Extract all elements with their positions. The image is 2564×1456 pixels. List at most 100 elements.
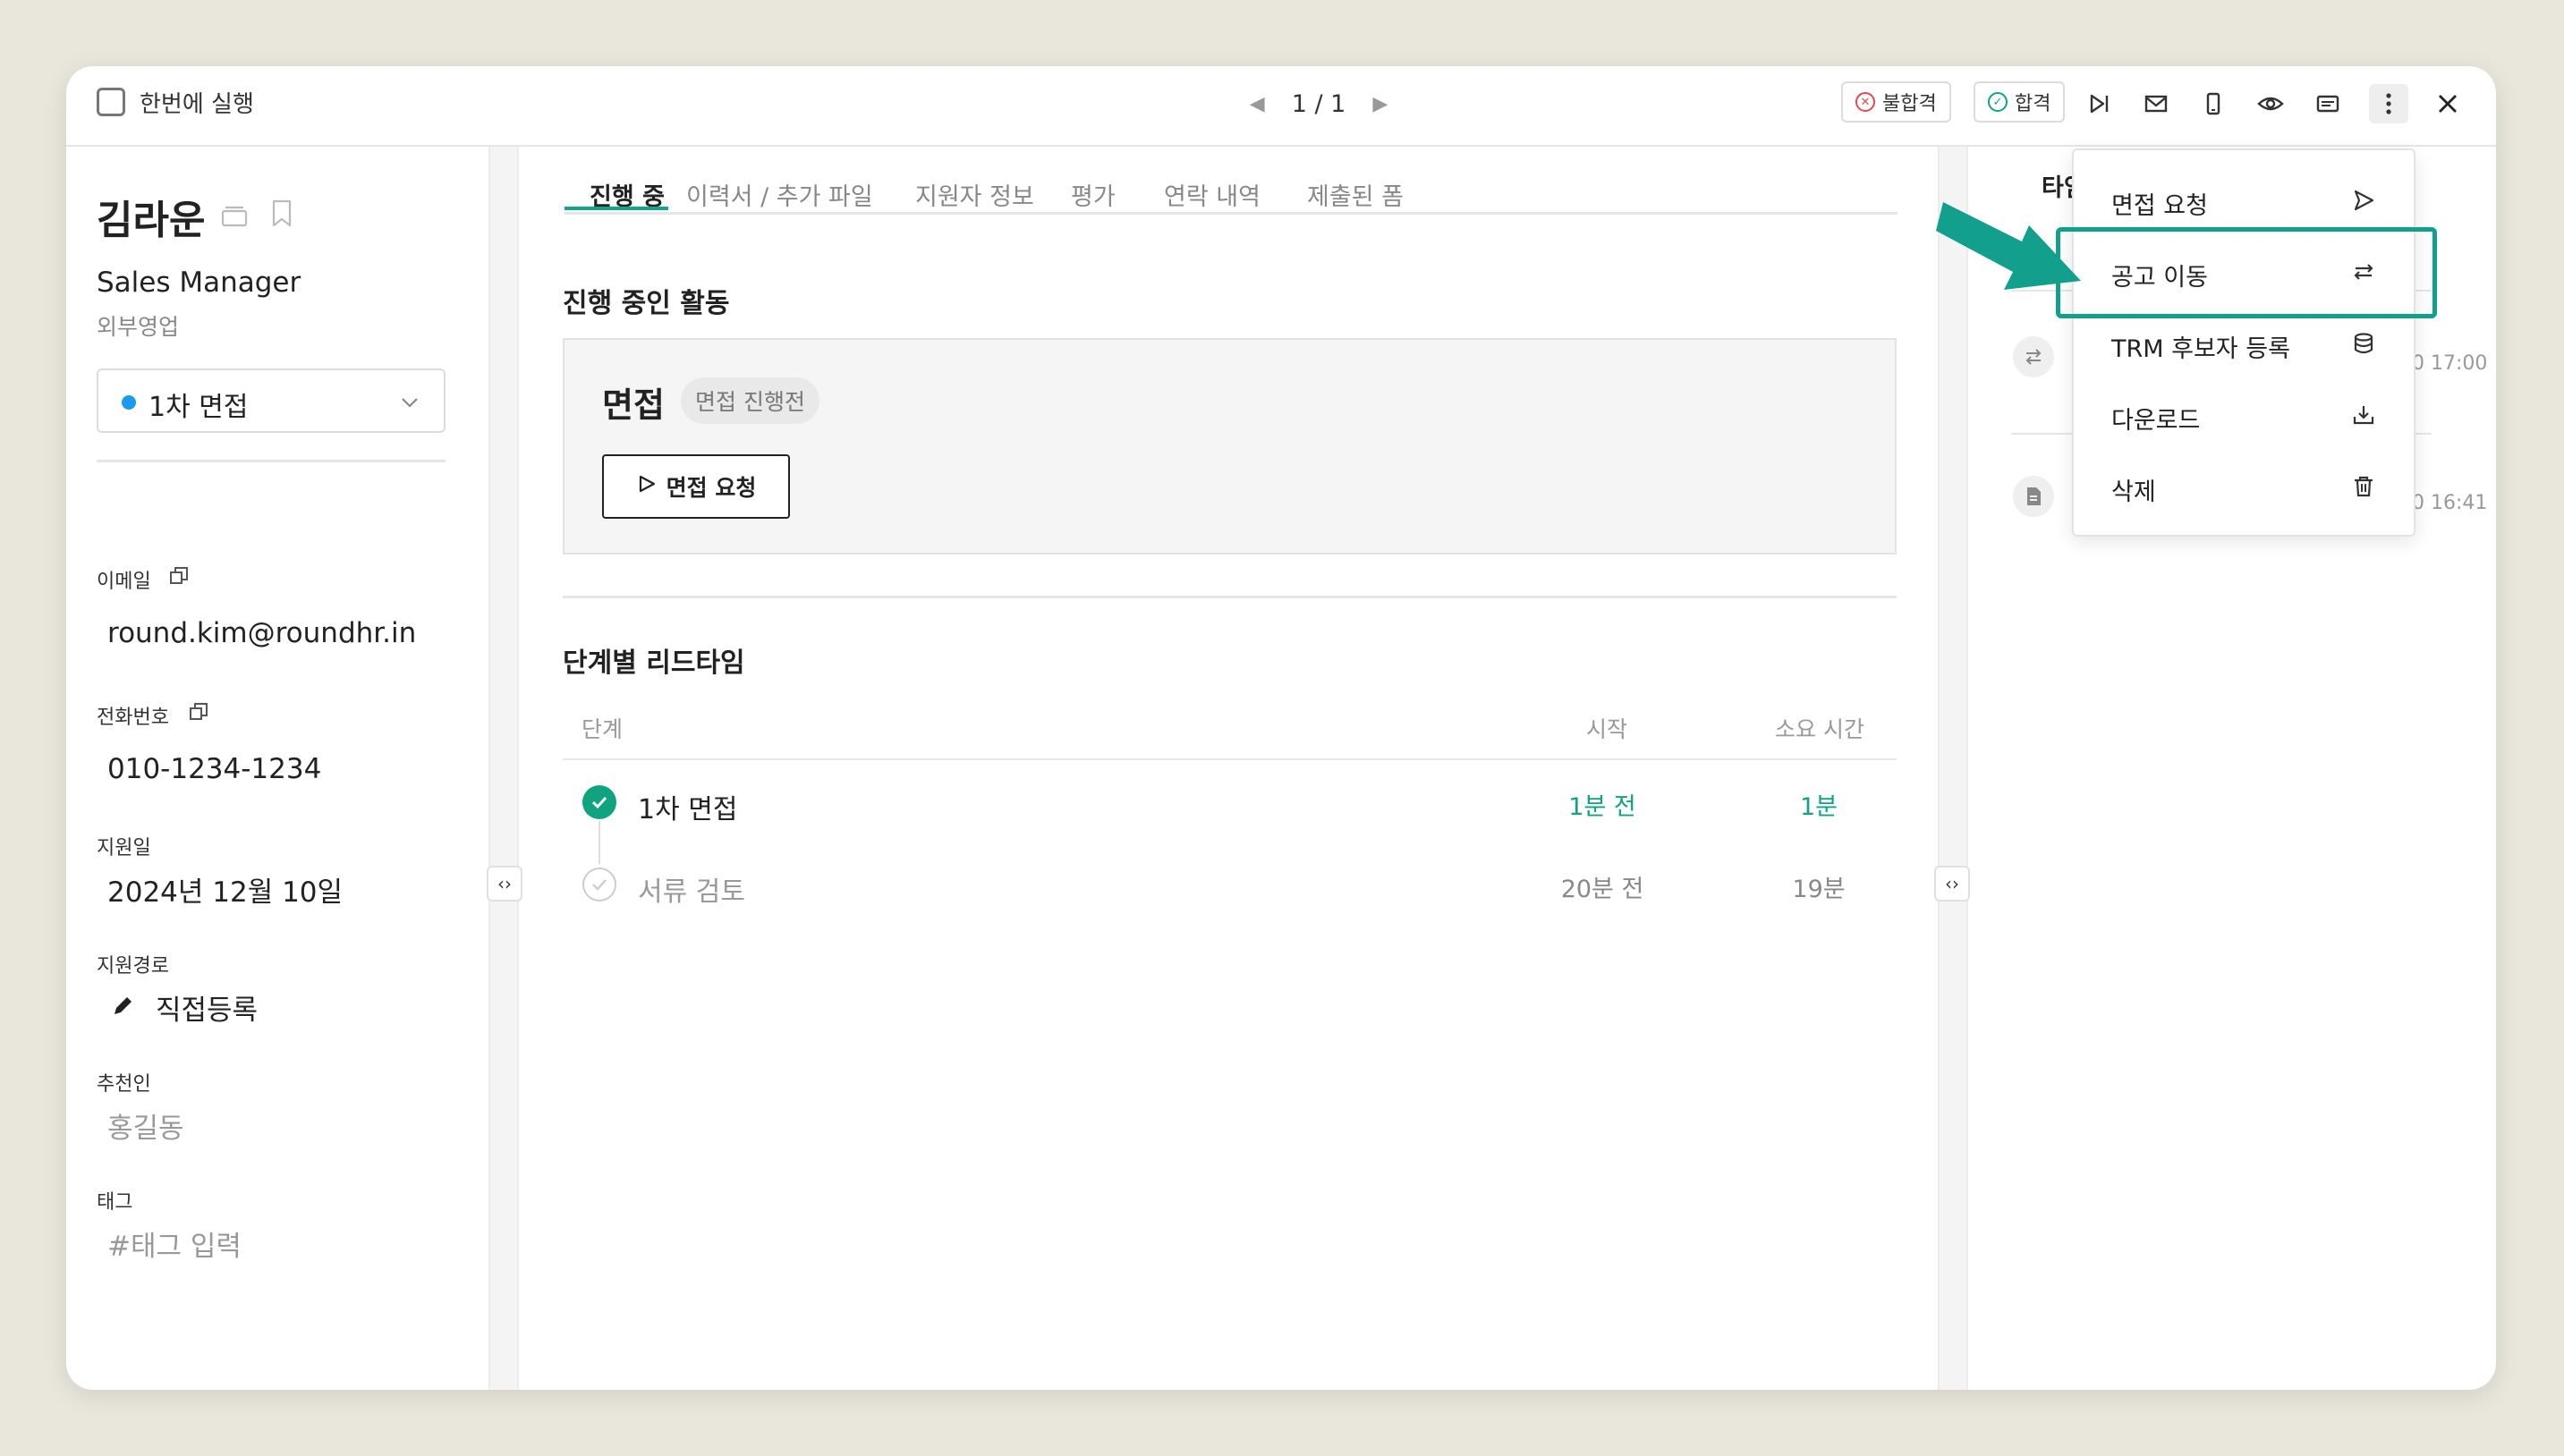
email-label: 이메일: [97, 571, 151, 593]
copy-email-icon[interactable]: [168, 565, 190, 590]
phone-label: 전화번호: [97, 707, 169, 729]
table-row: 1차 면접 1분 전 1분: [563, 760, 1897, 864]
col-header-start: 시작: [1585, 716, 1627, 742]
leadtime-section-title: 단계별 리드타임: [563, 648, 745, 679]
left-column-border-inner: [517, 147, 519, 1390]
send-icon: [2349, 186, 2378, 215]
send-icon: [636, 473, 658, 500]
database-icon: [2349, 329, 2378, 358]
stage-status-dot: [122, 395, 136, 410]
timeline-time: 0 17:00: [2412, 352, 2488, 375]
chevron-down-icon: [399, 392, 420, 417]
candidate-sidebar: 김라운 Sales Manager 외부영업 1차 면접 이메일 round.k…: [66, 147, 488, 1390]
table-row: 서류 검토 20분 전 19분: [563, 842, 1897, 923]
sidebar-divider: [97, 460, 446, 462]
check-done-icon: [582, 785, 616, 819]
col-header-stage: 단계: [582, 716, 624, 742]
right-resize-gutter: [1938, 147, 1968, 1390]
eye-icon[interactable]: [2251, 84, 2290, 123]
candidate-department: 외부영업: [97, 314, 180, 340]
pencil-icon: [109, 993, 136, 1023]
right-panel-toggle[interactable]: ‹›: [1934, 866, 1970, 902]
activity-card: 면접 면접 진행전 면접 요청: [563, 338, 1897, 554]
more-actions-menu: 면접 요청 공고 이동 TRM 후보자 등록 다운로드 삭제: [2072, 148, 2415, 537]
swap-icon: [2013, 336, 2054, 377]
check-pending-icon: [582, 868, 616, 902]
mobile-icon[interactable]: [2194, 84, 2233, 123]
col-header-duration: 소요 시간: [1775, 716, 1864, 742]
tab-submitted-forms[interactable]: 제출된 폼: [1307, 177, 1404, 212]
applied-date-value: 2024년 12월 10일: [107, 876, 344, 909]
applied-date-label: 지원일: [97, 837, 151, 859]
tab-applicant-info[interactable]: 지원자 정보: [915, 177, 1034, 212]
fail-button[interactable]: ✕ 불합격: [1841, 81, 1951, 123]
email-value: round.kim@roundhr.in: [107, 617, 417, 649]
fail-label: 불합격: [1882, 93, 1937, 115]
menu-item-delete[interactable]: 삭제: [2074, 451, 2414, 522]
tab-contact-history[interactable]: 연락 내역: [1164, 177, 1261, 212]
row-stage: 서류 검토: [638, 876, 745, 908]
tags-label: 태그: [97, 1191, 133, 1214]
run-all-checkbox[interactable]: [97, 88, 125, 116]
pointer-arrow-icon: [1932, 166, 2093, 304]
pager: ◀ 1 / 1 ▶: [1211, 84, 1426, 123]
stage-select-value: 1차 면접: [149, 392, 249, 423]
candidate-detail-window: 한번에 실행 ◀ 1 / 1 ▶ ✕ 불합격 ✓ 합격 김라운 Sales Ma…: [66, 66, 2496, 1390]
candidate-name: 김라운: [97, 198, 206, 243]
section-divider: [563, 596, 1897, 598]
row-start: 1분 전: [1568, 793, 1636, 821]
close-icon[interactable]: [2428, 84, 2467, 123]
active-tab-indicator: [565, 207, 668, 210]
referrer-label: 추천인: [97, 1073, 151, 1096]
mail-icon[interactable]: [2136, 84, 2176, 123]
activity-section-title: 진행 중인 활동: [563, 288, 730, 319]
prev-icon[interactable]: ◀: [1250, 93, 1265, 115]
card-icon[interactable]: [2308, 84, 2348, 123]
phone-value: 010-1234-1234: [107, 753, 322, 785]
left-resize-gutter: [488, 147, 519, 1390]
menu-highlight-box: [2056, 227, 2437, 318]
right-column-border: [1938, 147, 1940, 1390]
pass-label: 합격: [2015, 93, 2051, 115]
menu-item-label: 면접 요청: [2111, 192, 2208, 220]
candidate-role: Sales Manager: [97, 267, 301, 299]
activity-title: 면접: [602, 385, 665, 425]
activity-status-badge: 면접 진행전: [681, 377, 819, 424]
copy-phone-icon[interactable]: [188, 701, 209, 726]
menu-item-label: 삭제: [2111, 478, 2156, 506]
run-all-label: 한번에 실행: [140, 91, 254, 118]
menu-item-label: 다운로드: [2111, 407, 2201, 435]
left-column-border: [488, 147, 490, 1390]
more-menu-icon[interactable]: [2369, 84, 2408, 123]
cards-icon[interactable]: [220, 202, 249, 233]
check-circle-icon: ✓: [1988, 92, 2008, 112]
top-bar: 한번에 실행 ◀ 1 / 1 ▶ ✕ 불합격 ✓ 합격: [66, 66, 2496, 147]
stage-select[interactable]: 1차 면접: [97, 368, 446, 433]
row-stage: 1차 면접: [638, 794, 738, 825]
tab-evaluation[interactable]: 평가: [1071, 177, 1116, 212]
request-interview-label: 면접 요청: [666, 475, 757, 501]
tag-input[interactable]: #태그 입력: [107, 1223, 242, 1264]
timeline-time: 0 16:41: [2412, 492, 2488, 514]
menu-item-trm-register[interactable]: TRM 후보자 등록: [2074, 308, 2414, 379]
row-duration: 1분: [1799, 793, 1838, 821]
download-icon: [2349, 401, 2378, 429]
row-start: 20분 전: [1560, 876, 1644, 903]
request-interview-button[interactable]: 면접 요청: [602, 454, 790, 519]
pass-button[interactable]: ✓ 합격: [1974, 81, 2066, 123]
referrer-value[interactable]: 홍길동: [107, 1105, 184, 1146]
bookmark-icon[interactable]: [270, 199, 293, 233]
menu-item-download[interactable]: 다운로드: [2074, 379, 2414, 451]
tab-resume-files[interactable]: 이력서 / 추가 파일: [686, 177, 873, 212]
menu-item-request-interview[interactable]: 면접 요청: [2074, 165, 2414, 236]
document-icon: [2013, 476, 2054, 517]
left-panel-toggle[interactable]: ‹›: [487, 866, 522, 902]
detail-tabs: 진행 중 이력서 / 추가 파일 지원자 정보 평가 연락 내역 제출된 폼: [565, 147, 1898, 215]
skip-icon[interactable]: [2079, 84, 2118, 123]
next-icon[interactable]: ▶: [1372, 93, 1388, 115]
menu-item-label: TRM 후보자 등록: [2111, 335, 2290, 363]
pager-text: 1 / 1: [1291, 89, 1346, 118]
right-column-border-inner: [1966, 147, 1968, 1390]
row-duration: 19분: [1792, 876, 1846, 903]
source-value: 직접등록: [156, 995, 259, 1027]
